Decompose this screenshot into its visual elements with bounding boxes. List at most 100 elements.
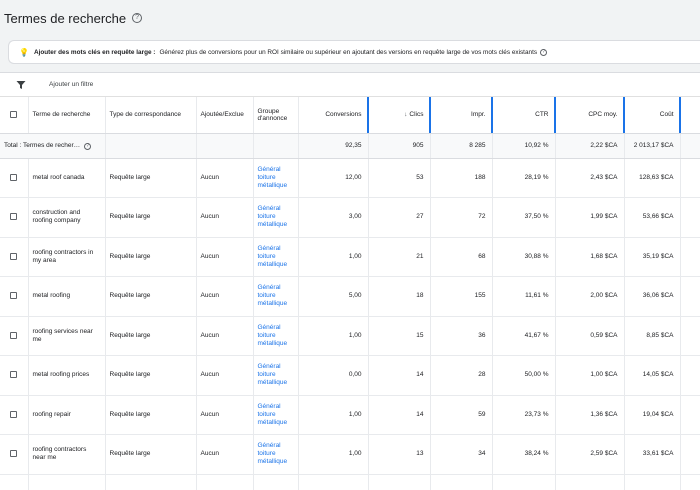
filter-icon[interactable]: [16, 80, 26, 90]
clicks-cell: 27: [416, 213, 424, 221]
row-select-cell: [0, 434, 29, 475]
impr-cell: 68: [478, 252, 486, 260]
row-select-cell: [0, 158, 29, 198]
added-cell: Aucun: [200, 173, 219, 181]
search-terms-table: Terme de recherche Type de correspondanc…: [0, 97, 700, 490]
table-row[interactable]: roofing services near me Requête large Auc…: [0, 316, 700, 356]
cost-cell: 36,06 $CA: [642, 292, 674, 300]
term-cell: construction and roofing company: [32, 209, 81, 225]
total-conversions: 92,35: [298, 133, 369, 159]
ad-group-link[interactable]: Général toiture métallique: [258, 166, 288, 189]
added-cell: Aucun: [200, 410, 219, 418]
table-row[interactable]: metal roof canada Requête large Aucun Génér…: [0, 158, 700, 198]
table-header-row: Terme de recherche Type de correspondanc…: [0, 97, 700, 134]
cpc-cell: 2,59 $CA: [590, 450, 618, 458]
ad-group-link[interactable]: Général toiture métallique: [258, 363, 288, 386]
impr-cell: 34: [478, 450, 486, 458]
banner-title: Ajouter des mots clés en requête large :: [33, 48, 156, 56]
total-impr: 8 285: [430, 133, 493, 159]
cpc-cell: 1,00 $CA: [590, 371, 618, 379]
broad-match-recommendation-banner[interactable]: 💡 Ajouter des mots clés en requête large…: [8, 40, 700, 64]
total-clicks: 905: [368, 133, 431, 159]
added-cell: Aucun: [200, 252, 219, 260]
cpc-cell: 1,99 $CA: [590, 213, 618, 221]
cost-cell: 19,04 $CA: [642, 410, 674, 418]
clicks-cell: 21: [416, 252, 424, 260]
conversions-cell: 5,00: [348, 292, 362, 300]
conversions-cell: 12,00: [345, 173, 362, 181]
ctr-cell: 50,00 %: [524, 371, 549, 379]
add-filter-button[interactable]: Ajouter un filtre: [49, 81, 93, 88]
table-row[interactable]: construction and roofing company Requête …: [0, 197, 700, 238]
clicks-cell: 18: [416, 292, 424, 300]
table-row[interactable]: metal roofing Requête large Aucun Général t…: [0, 276, 700, 317]
filter-bar: Ajouter un filtre: [0, 73, 700, 97]
total-cpc: 2,22 $CA: [555, 133, 625, 159]
row-checkbox[interactable]: [10, 331, 18, 339]
term-cell: metal roofing prices: [32, 371, 90, 379]
clicks-cell: 53: [416, 173, 424, 181]
column-header-term[interactable]: Terme de recherche: [28, 97, 106, 134]
cost-cell: 53,66 $CA: [642, 213, 674, 221]
term-cell: roofing services near me: [32, 327, 93, 343]
match-type-cell: Requête large: [109, 410, 151, 418]
page-header: Termes de recherche ?: [0, 0, 700, 36]
column-header-match-type[interactable]: Type de correspondance: [105, 97, 197, 134]
table-row[interactable]: roofing repair Requête large Aucun Général …: [0, 395, 700, 435]
column-header-cost[interactable]: Coût: [624, 97, 681, 134]
table-row[interactable]: roofing contractors in my area Requête la…: [0, 237, 700, 277]
cpc-cell: 0,59 $CA: [590, 331, 618, 339]
row-checkbox[interactable]: [10, 252, 18, 260]
ad-group-link[interactable]: Général toiture métallique: [258, 403, 288, 426]
term-cell: metal roofing: [32, 292, 71, 300]
ctr-cell: 11,61 %: [525, 292, 549, 300]
column-header-impr[interactable]: Impr.: [430, 97, 493, 134]
column-header-added[interactable]: Ajoutée/Exclue: [196, 97, 254, 134]
term-cell: roofing repair: [32, 410, 71, 418]
column-header-ctr[interactable]: CTR: [492, 97, 556, 134]
sort-descending-icon[interactable]: ↓: [404, 111, 407, 118]
ctr-cell: 41,67 %: [524, 331, 549, 339]
ad-group-link[interactable]: Général toiture métallique: [258, 245, 288, 268]
conversions-cell: 1,00: [348, 252, 362, 260]
ad-group-link[interactable]: Général toiture métallique: [258, 205, 288, 228]
table-row[interactable]: metal roofing prices Requête large Aucun Gé…: [0, 355, 700, 396]
row-checkbox[interactable]: [10, 410, 18, 418]
impr-cell: 72: [478, 213, 486, 221]
column-header-cpc-label: CPC moy.: [588, 111, 618, 119]
ad-group-link[interactable]: Général toiture métallique: [258, 324, 288, 347]
table-body: metal roof canada Requête large Aucun Génér…: [0, 158, 700, 490]
info-icon[interactable]: ?: [540, 48, 548, 56]
row-select-cell: [0, 355, 29, 396]
column-header-cpc[interactable]: CPC moy.: [555, 97, 625, 134]
ctr-cell: 23,73 %: [524, 410, 549, 418]
match-type-cell: Requête large: [109, 371, 151, 379]
row-checkbox[interactable]: [10, 450, 18, 458]
cpc-cell: 1,36 $CA: [590, 410, 618, 418]
conversions-cell: 3,00: [348, 213, 362, 221]
row-checkbox[interactable]: [10, 213, 18, 221]
column-header-ad-group[interactable]: Groupe d'annonce: [253, 97, 299, 134]
total-label: Total : Termes de recher…: [4, 141, 81, 149]
column-header-clicks[interactable]: ↓ Clics: [368, 97, 431, 134]
table-row[interactable]: roofing repairGénéral: [0, 474, 700, 490]
ad-group-link[interactable]: Général toiture métallique: [258, 442, 288, 465]
row-checkbox[interactable]: [10, 371, 18, 379]
term-cell: metal roof canada: [32, 173, 85, 181]
row-checkbox[interactable]: [10, 173, 18, 181]
select-all-checkbox[interactable]: [10, 111, 18, 119]
row-select-cell: [0, 237, 29, 277]
column-header-conversions[interactable]: Conversions: [298, 97, 369, 134]
added-cell: Aucun: [200, 371, 219, 379]
added-cell: Aucun: [200, 331, 219, 339]
column-header-impr-label: Impr.: [471, 111, 486, 119]
help-circle-icon[interactable]: ?: [84, 142, 92, 150]
help-circle-icon[interactable]: ?: [132, 13, 143, 23]
conversions-cell: 1,00: [348, 410, 362, 418]
row-checkbox[interactable]: [10, 292, 18, 300]
ad-group-link[interactable]: Général toiture métallique: [258, 284, 288, 307]
table-row[interactable]: roofing contractors near me Requête large…: [0, 434, 700, 475]
row-select-cell: [0, 395, 29, 435]
cost-cell: 33,61 $CA: [642, 450, 674, 458]
cost-cell: 14,05 $CA: [642, 371, 674, 379]
